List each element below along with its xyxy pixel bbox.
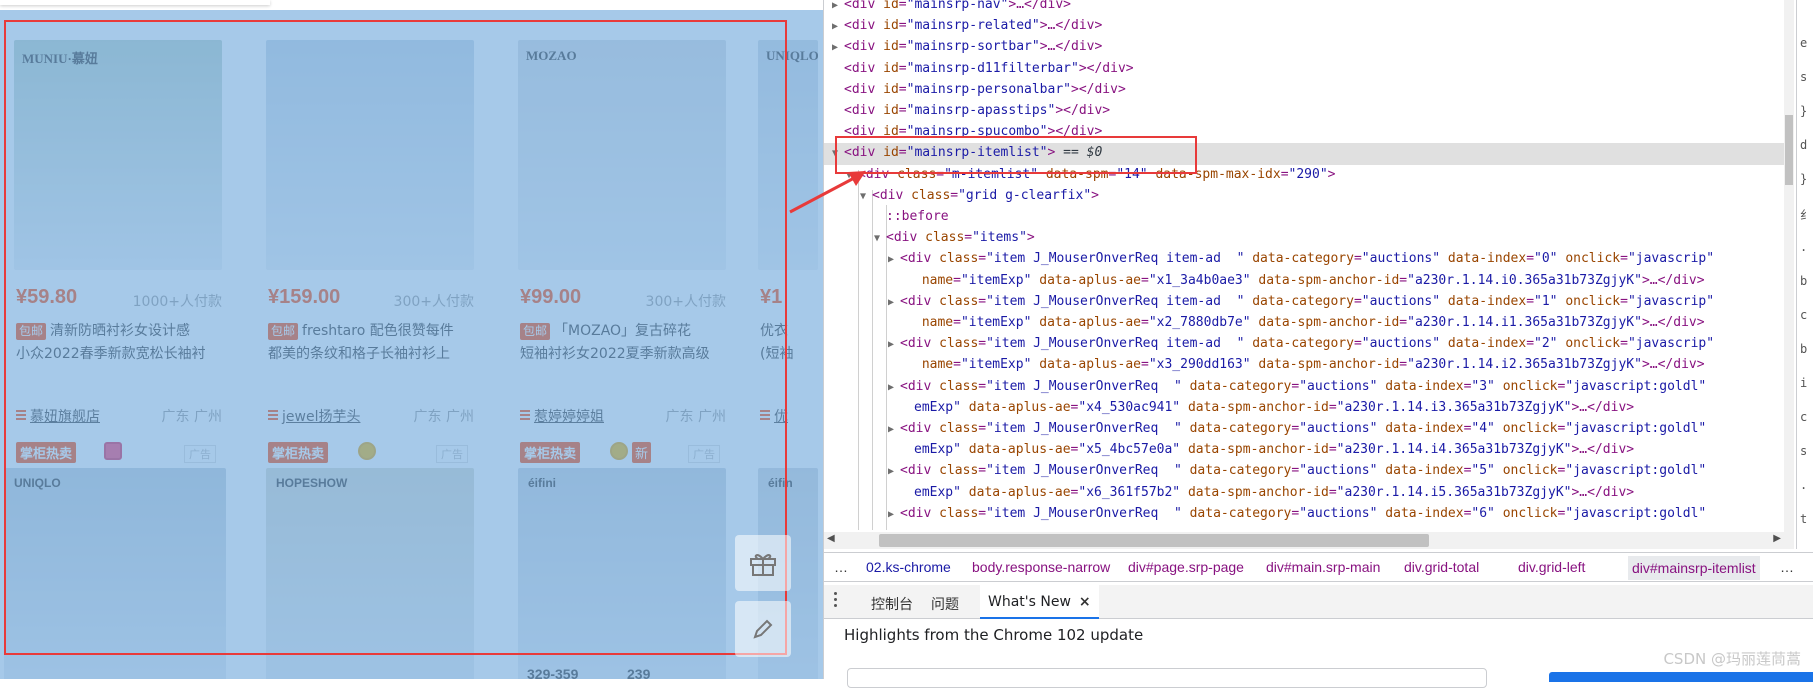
elements-vertical-scrollbar[interactable] [1784,0,1794,549]
styles-glyph: 纟 [1800,206,1812,223]
styles-glyph: b [1800,274,1807,288]
styles-glyph: c [1800,410,1807,424]
dom-node-line[interactable]: ▶<div class="item J_MouserOnverReq " dat… [888,460,1706,481]
dom-node-line[interactable]: <div id="mainsrp-apasstips"></div> [832,100,1110,121]
dom-node-line[interactable]: name="itemExp" data-aplus-ae="x1_3a4b0ae… [902,270,1705,291]
element-tooltip [0,0,270,5]
dom-node-line[interactable]: ▶<div id="mainsrp-nav">…</div> [832,0,1071,15]
dom-node-line[interactable]: <div id="mainsrp-d11filterbar"></div> [832,58,1134,79]
dom-node-line[interactable]: ▶<div id="mainsrp-related">…</div> [832,15,1102,36]
dom-node-line[interactable]: ▶<div class="item J_MouserOnverReq item-… [888,248,1714,269]
elements-tree: ▶<div id="mainsrp-nav">…</div>▶<div id="… [824,0,1784,532]
styles-glyph: c [1800,308,1807,322]
breadcrumb-item[interactable]: … [1780,559,1794,575]
tab-console[interactable]: 控制台 [871,594,913,614]
whats-new-card[interactable] [847,668,1487,688]
dom-node-line[interactable]: ▶<div class="item J_MouserOnverReq item-… [888,291,1714,312]
dom-node-line[interactable]: ▶<div class="item J_MouserOnverReq item-… [888,333,1714,354]
scrollbar-thumb[interactable] [1785,115,1793,185]
dom-node-line[interactable]: ▼<div class="items"> [874,227,1035,248]
dom-node-line[interactable]: ▶<div id="mainsrp-sortbar">…</div> [832,36,1102,57]
styles-glyph: } [1800,104,1807,118]
styles-glyph: s [1800,70,1807,84]
styles-glyph: e [1800,36,1807,50]
breadcrumb-item[interactable]: … [834,559,848,575]
tab-whats-new[interactable]: What's New × [980,585,1099,619]
styles-glyph: i [1800,376,1807,390]
breadcrumb-item[interactable]: 02.ks-chrome [866,559,951,575]
dom-node-line[interactable]: ▶<div class="item J_MouserOnverReq " dat… [888,503,1706,524]
breadcrumb-item[interactable]: div#page.srp-page [1128,559,1244,575]
scroll-left-icon[interactable]: ◀ [827,533,835,544]
dom-node-line[interactable]: <div id="mainsrp-personalbar"></div> [832,79,1126,100]
breadcrumb-item[interactable]: div#main.srp-main [1266,559,1380,575]
pseudo-element-node[interactable]: ::before [874,206,949,227]
dom-node-line[interactable]: emExp" data-aplus-ae="x4_530ac941" data-… [902,397,1634,418]
elements-horizontal-scrollbar[interactable]: ◀ ▶ [824,532,1784,549]
devtools-panel: ▶<div id="mainsrp-nav">…</div>▶<div id="… [823,0,1813,679]
breadcrumb-item[interactable]: div.grid-left [1518,559,1585,575]
styles-glyph: t [1800,512,1807,526]
dom-node-line[interactable]: ▶<div class="item J_MouserOnverReq " dat… [888,376,1706,397]
drawer-tab-bar: 控制台 问题 What's New × [824,585,1813,619]
gift-icon[interactable] [735,535,791,591]
whats-new-button[interactable] [1549,672,1813,682]
webpage-viewport: MUNIU·慕妞¥59.801000+人付款包邮清新防晒衬衫女设计感小众2022… [0,0,823,679]
tree-guide [886,205,887,530]
styles-glyph: } [1800,172,1807,186]
edit-icon[interactable] [735,601,791,657]
watermark: CSDN @玛丽莲茼蒿 [1663,648,1801,669]
scroll-right-icon[interactable]: ▶ [1773,533,1781,544]
more-tabs-icon[interactable] [834,592,838,610]
dom-node-line[interactable]: emExp" data-aplus-ae="x6_361f57b2" data-… [902,482,1634,503]
dom-breadcrumbs: … 02.ks-chrome body.response-narrow div#pag… [824,552,1813,582]
breadcrumb-active[interactable]: div#mainsrp-itemlist [1628,556,1760,580]
breadcrumb-item[interactable]: div.grid-total [1404,559,1479,575]
dom-node-line[interactable]: name="itemExp" data-aplus-ae="x2_7880db7… [902,312,1705,333]
breadcrumb-item[interactable]: body.response-narrow [972,559,1110,575]
dom-node-line[interactable]: emExp" data-aplus-ae="x5_4bc57e0a" data-… [902,439,1634,460]
styles-glyph: b [1800,342,1807,356]
styles-glyph: . [1800,240,1807,254]
dom-node-line[interactable]: name="itemExp" data-aplus-ae="x3_290dd16… [902,354,1705,375]
tab-label: What's New [988,594,1071,610]
styles-glyph: d [1800,138,1807,152]
dom-node-line[interactable]: ▼<div class="grid g-clearfix"> [860,185,1099,206]
tree-guide [872,190,873,530]
dom-node-line[interactable]: ▶<div class="item J_MouserOnverReq " dat… [888,418,1706,439]
tree-guide [858,170,859,530]
tab-issues[interactable]: 问题 [931,594,959,614]
styles-pane-edge: e s} d} 纟. b c b i c s. t [1796,0,1813,549]
price-tag: 239 [627,666,650,679]
styles-glyph: s [1800,444,1807,458]
side-toolbar [735,535,807,667]
whats-new-headline: Highlights from the Chrome 102 update [844,626,1143,644]
styles-glyph: . [1800,478,1807,492]
annotation-box-devtools [835,136,1197,174]
scrollbar-thumb[interactable] [879,534,1429,547]
close-icon[interactable]: × [1079,594,1091,610]
annotation-box-page [4,20,787,655]
price-tag: 329-359 [527,666,578,679]
